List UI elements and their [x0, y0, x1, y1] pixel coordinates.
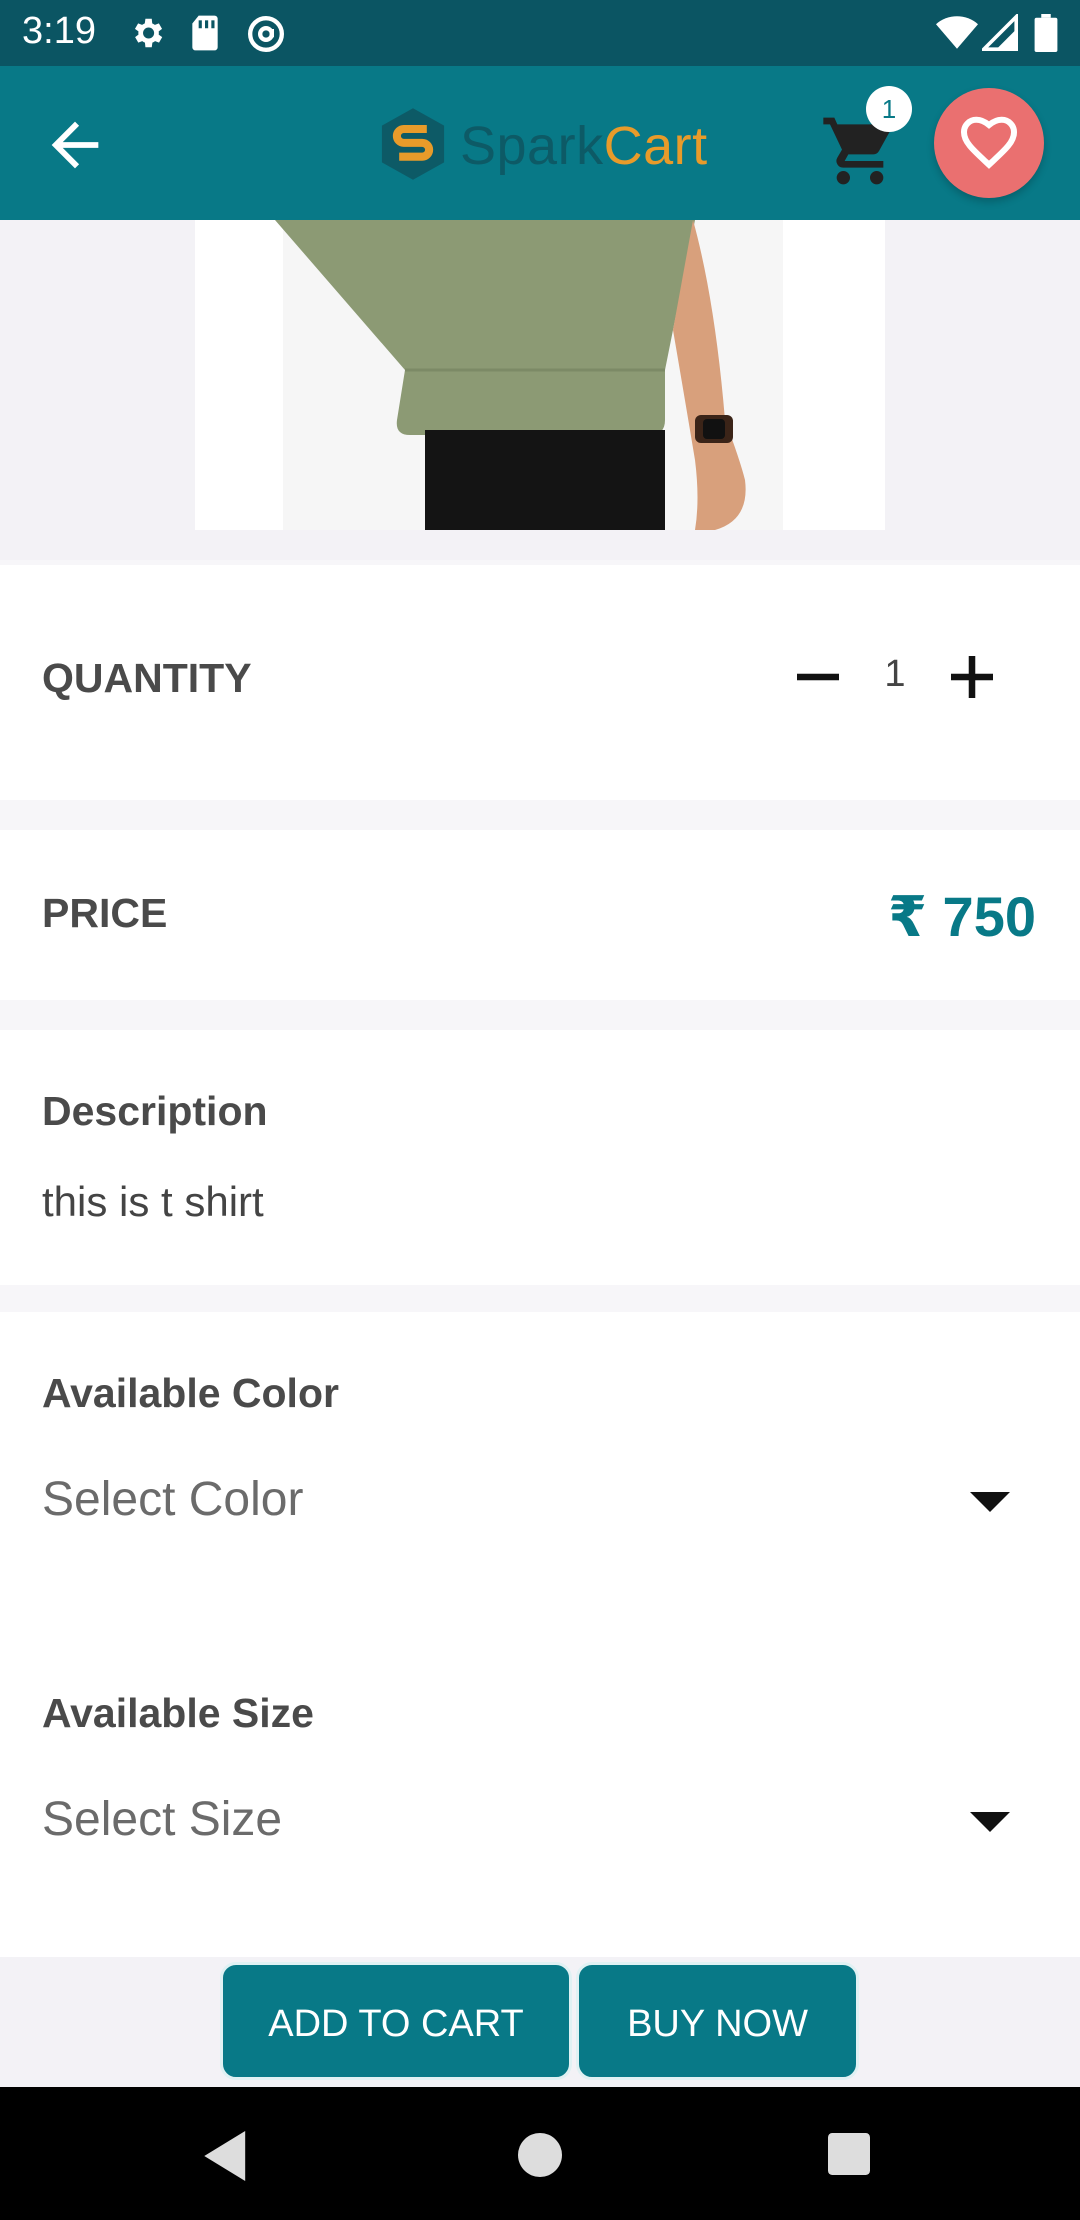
logo-text-cart: Cart [603, 116, 708, 176]
color-select[interactable]: Select Color [42, 1462, 1032, 1542]
quantity-card: QUANTITY 1 [0, 565, 1080, 800]
at-sign-icon [246, 14, 286, 59]
logo-icon [378, 106, 448, 187]
favorite-button[interactable] [934, 88, 1044, 198]
signal-icon [979, 12, 1018, 57]
wifi-icon [936, 14, 978, 57]
logo-text-spark: Spark [460, 116, 604, 176]
description-label: Description [42, 1088, 268, 1134]
size-select[interactable]: Select Size [42, 1782, 1032, 1862]
price-value: ₹ 750 [888, 885, 1036, 948]
nav-back-icon[interactable] [204, 2131, 250, 2186]
product-photo [195, 220, 885, 530]
add-to-cart-button[interactable]: ADD TO CART [220, 1962, 572, 2080]
quantity-value: 1 [884, 653, 906, 695]
sd-card-icon [188, 14, 222, 57]
gear-icon [128, 14, 166, 57]
nav-home-icon[interactable] [518, 2133, 562, 2182]
bottom-action-bar: ADD TO CART BUY NOW [0, 1957, 1080, 2087]
product-image [0, 220, 1080, 560]
decrease-quantity-button[interactable] [790, 649, 846, 705]
available-color-label: Available Color [42, 1370, 339, 1416]
available-size-label: Available Size [42, 1690, 314, 1736]
increase-quantity-button[interactable] [944, 649, 1000, 705]
options-card: Available Color Select Color Available S… [0, 1312, 1080, 1957]
quantity-label: QUANTITY [42, 655, 252, 701]
buy-now-button[interactable]: BUY NOW [576, 1962, 859, 2080]
logo-text: SparkCart [460, 115, 708, 177]
price-card: PRICE ₹ 750 [0, 830, 1080, 1000]
cart-count-badge: 1 [866, 86, 912, 132]
status-time: 3:19 [22, 10, 96, 52]
description-text: this is t shirt [42, 1178, 264, 1225]
app-logo: SparkCart [378, 106, 708, 186]
system-nav-bar [0, 2087, 1080, 2220]
battery-icon [1034, 14, 1058, 57]
nav-recents-icon[interactable] [828, 2133, 870, 2180]
dropdown-arrow-icon [970, 1492, 1010, 1512]
heart-icon [959, 113, 1019, 174]
size-select-placeholder: Select Size [42, 1793, 283, 1846]
color-select-placeholder: Select Color [42, 1473, 304, 1526]
dropdown-arrow-icon [970, 1812, 1010, 1832]
status-bar: 3:19 [0, 0, 1080, 66]
description-card: Description this is t shirt [0, 1030, 1080, 1285]
price-label: PRICE [42, 890, 168, 936]
app-bar: SparkCart 1 [0, 66, 1080, 220]
arrow-back-icon[interactable] [40, 110, 110, 180]
